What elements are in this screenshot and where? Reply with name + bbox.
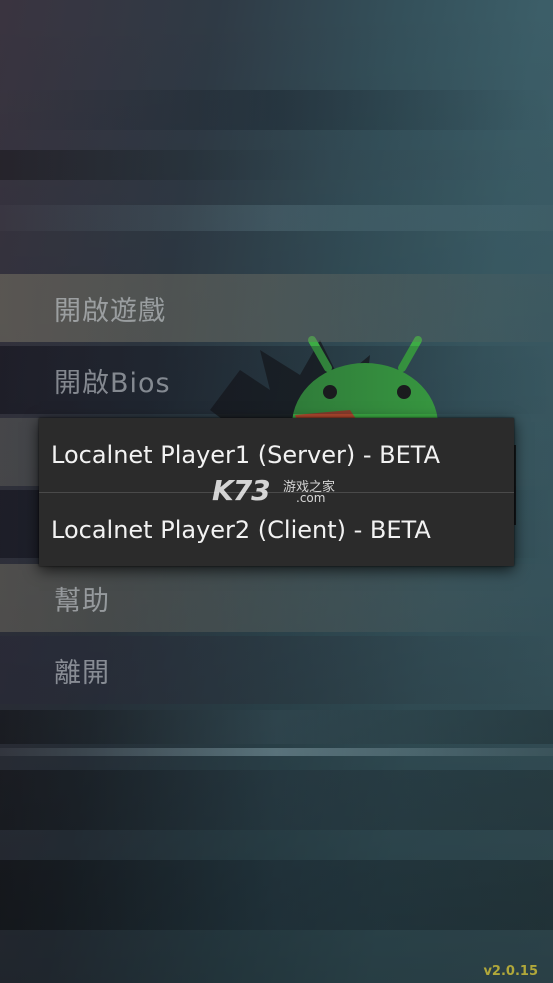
background-streak <box>0 150 553 180</box>
menu-item-exit[interactable]: 離開 <box>0 636 553 704</box>
localnet-player2-client-option[interactable]: Localnet Player2 (Client) - BETA <box>39 493 514 567</box>
menu-item-open-bios[interactable]: 開啟Bios <box>0 346 553 414</box>
background-streak <box>0 770 553 830</box>
background-streak <box>0 205 553 231</box>
background-streak <box>0 748 553 756</box>
netplay-popup-menu: Localnet Player1 (Server) - BETA Localne… <box>39 418 514 566</box>
background-streak <box>0 710 553 744</box>
background-streak <box>0 860 553 930</box>
menu-item-label: 離開 <box>54 657 110 689</box>
popup-option-label: Localnet Player2 (Client) - BETA <box>51 516 431 544</box>
menu-item-label: 開啟Bios <box>54 367 171 399</box>
popup-option-label: Localnet Player1 (Server) - BETA <box>51 441 440 469</box>
menu-item-help[interactable]: 幫助 <box>0 564 553 632</box>
menu-item-label: 開啟遊戲 <box>54 295 166 327</box>
background-streak <box>0 90 553 130</box>
version-label: v2.0.15 <box>483 964 538 979</box>
menu-item-open-game[interactable]: 開啟遊戲 <box>0 274 553 342</box>
localnet-player1-server-option[interactable]: Localnet Player1 (Server) - BETA <box>39 418 514 492</box>
menu-item-label: 幫助 <box>54 585 110 617</box>
